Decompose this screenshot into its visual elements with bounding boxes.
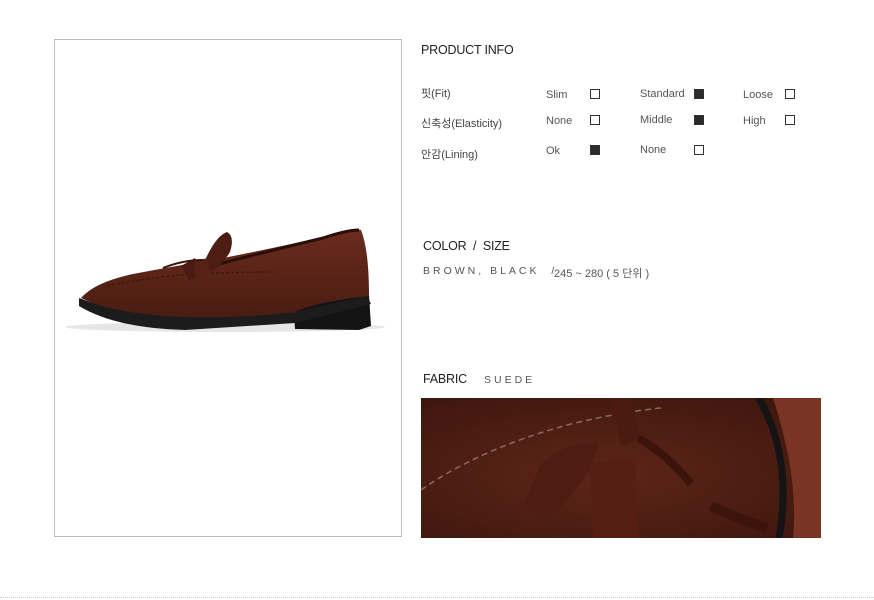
loafer-image <box>65 228 385 332</box>
lining-none-checkbox <box>694 145 704 155</box>
product-photo <box>54 39 402 537</box>
fit-standard-checkbox <box>694 89 704 99</box>
elasticity-high-checkbox <box>785 115 795 125</box>
elasticity-option-middle: Middle <box>640 114 673 126</box>
color-size-title: COLOR / SIZE <box>423 239 510 253</box>
lining-option-none: None <box>640 144 667 156</box>
elasticity-option-none: None <box>546 115 573 127</box>
fabric-detail-photo <box>421 398 821 538</box>
suede-closeup-image <box>421 398 821 538</box>
fit-option-slim: Slim <box>546 89 568 101</box>
lining-option-ok: Ok <box>546 145 561 157</box>
elasticity-none-checkbox <box>590 115 600 125</box>
product-info-title: PRODUCT INFO <box>421 43 514 57</box>
fit-option-loose: Loose <box>743 89 773 101</box>
fabric-value: SUEDE <box>484 374 536 386</box>
elasticity-option-high: High <box>743 115 766 127</box>
fit-option-standard: Standard <box>640 88 685 100</box>
fit-loose-checkbox <box>785 89 795 99</box>
size-range: 245 ~ 280 ( 5 단위 ) <box>554 268 650 280</box>
lining-label: 안감(Lining) <box>421 149 478 161</box>
lining-ok-checkbox <box>590 145 600 155</box>
elasticity-label: 신축성(Elasticity) <box>421 118 503 130</box>
fit-slim-checkbox <box>590 89 600 99</box>
elasticity-middle-checkbox <box>694 115 704 125</box>
bottom-divider <box>0 597 874 598</box>
product-info-panel: PRODUCT INFO 핏(Fit) Slim Standard Loose … <box>421 0 841 600</box>
fabric-title: FABRIC <box>423 372 467 386</box>
color-list: BROWN, BLACK / <box>423 265 558 277</box>
fit-label: 핏(Fit) <box>421 88 451 100</box>
